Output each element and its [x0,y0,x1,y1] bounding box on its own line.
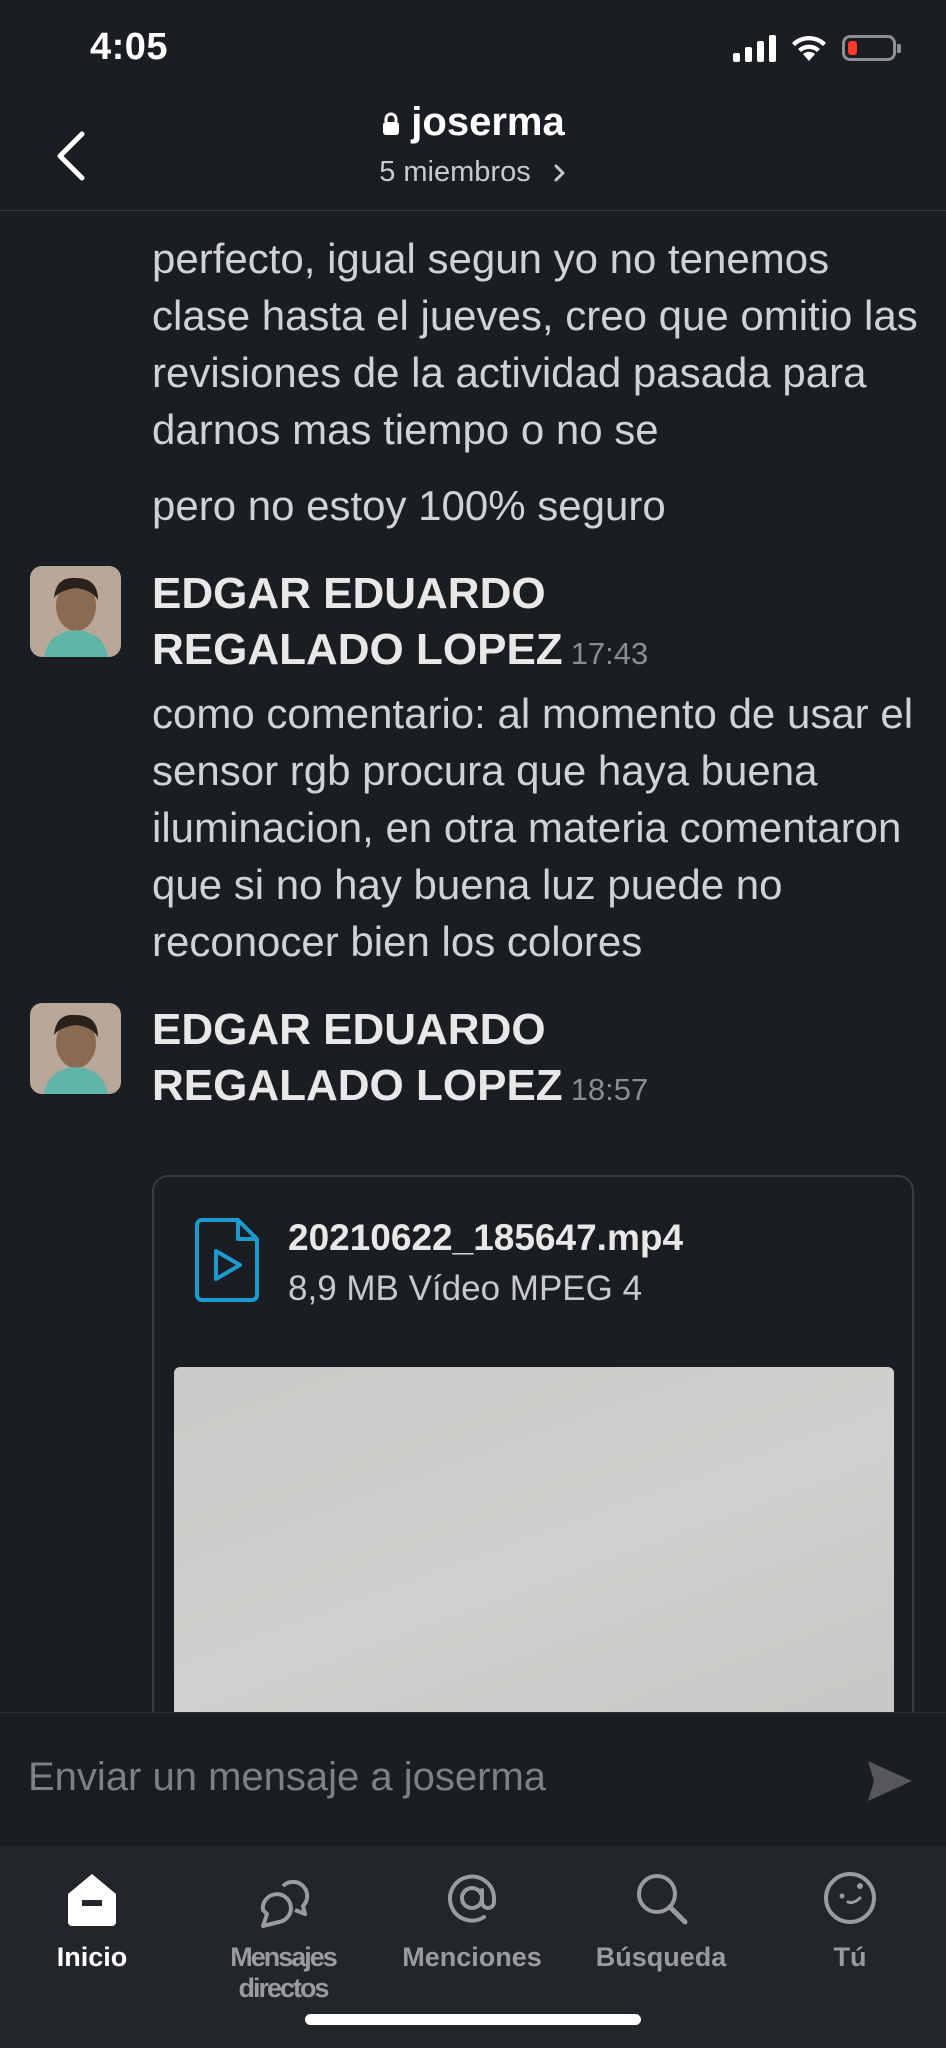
wifi-icon [792,35,826,61]
file-name: 20210622_185647.mp4 [288,1217,684,1258]
status-icons [733,34,901,62]
sender-name[interactable]: EDGAR EDUARDO REGALADO LOPEZ 17:43 [152,566,852,682]
video-file-icon [195,1218,259,1302]
at-sign-icon [448,1874,496,1923]
members-count: 5 miembros [379,156,531,188]
message-input[interactable]: Enviar un mensaje a joserma [28,1755,546,1800]
channel-name: joserma [411,100,565,144]
tab-tu[interactable]: Tú [755,1864,945,1973]
file-meta: 8,9 MB Vídeo MPEG 4 [288,1269,643,1308]
file-attachment-card[interactable]: 20210622_185647.mp4 8,9 MB Vídeo MPEG 4 [152,1175,914,1767]
avatar[interactable] [30,566,121,657]
message-timestamp: 18:57 [570,1072,649,1107]
tab-inicio[interactable]: Inicio [0,1864,187,1973]
channel-header: joserma 5 miembros [0,100,946,211]
battery-icon [842,35,901,61]
video-preview[interactable] [174,1367,894,1767]
members-link[interactable]: 5 miembros [0,156,946,189]
channel-title[interactable]: joserma [0,100,946,145]
avatar[interactable] [30,1003,121,1094]
message-timestamp: 17:43 [570,636,649,671]
sender-name[interactable]: EDGAR EDUARDO REGALADO LOPEZ 18:57 [152,1002,852,1118]
home-indicator[interactable] [305,2014,641,2025]
status-time: 4:05 [90,26,169,68]
message-text: perfecto, igual segun yo no tenemos clas… [152,235,918,453]
lock-icon [383,113,400,136]
direct-messages-icon [260,1879,310,1928]
search-icon [637,1874,688,1925]
message-text: pero no estoy 100% seguro [152,482,666,529]
tab-busqueda[interactable]: Búsqueda [566,1864,756,1973]
tab-menciones[interactable]: Menciones [377,1864,567,1973]
message-composer: Enviar un mensaje a joserma [0,1712,946,1847]
send-icon[interactable] [864,1755,916,1807]
cellular-signal-icon [733,34,776,62]
chevron-right-icon [554,164,565,182]
message-text: como comentario: al momento de usar el s… [152,690,914,965]
home-icon [68,1874,116,1926]
tab-direct-messages[interactable]: Mensajes directos [188,1864,378,2004]
profile-icon [824,1872,876,1924]
status-bar: 4:05 [0,0,946,100]
